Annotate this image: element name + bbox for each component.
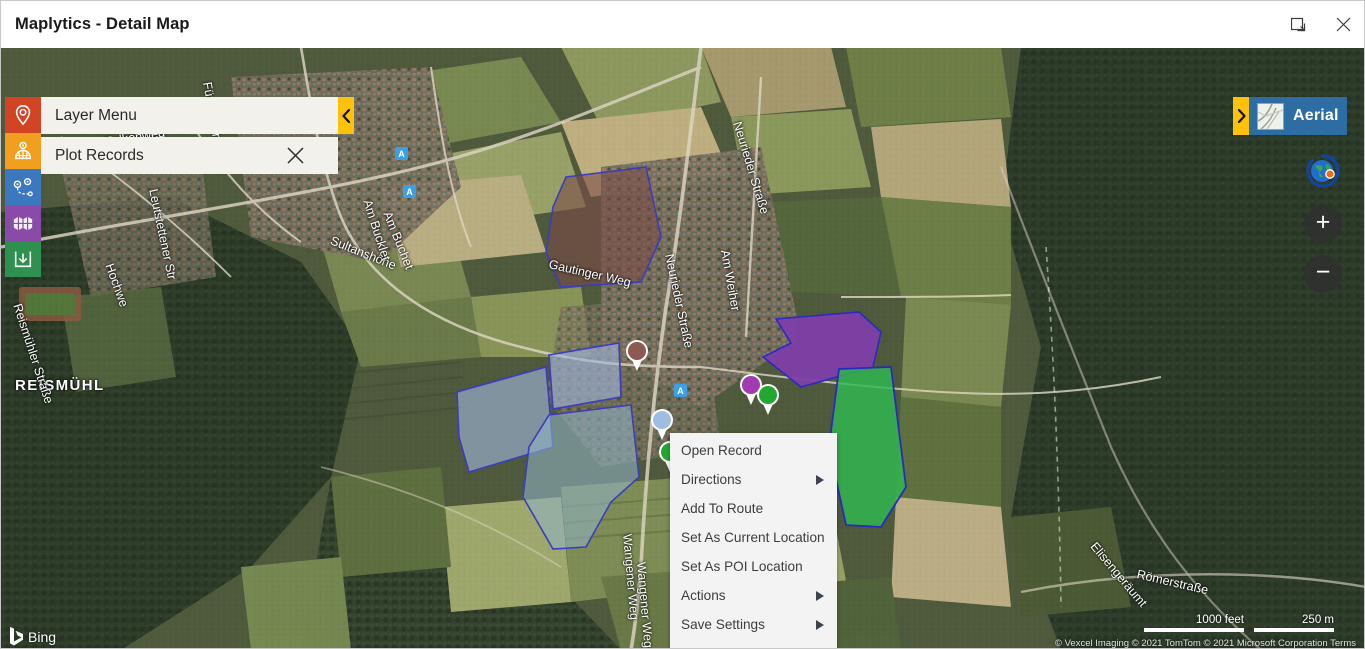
bing-logo-icon xyxy=(10,627,23,646)
window-titlebar: Maplytics - Detail Map xyxy=(1,1,1364,48)
transit-marker-icon[interactable]: A xyxy=(674,384,687,397)
submenu-arrow-icon xyxy=(816,590,824,601)
context-menu-item-label: Set As POI Location xyxy=(681,559,803,574)
map-attribution[interactable]: © Vexcel Imaging © 2021 TomTom © 2021 Mi… xyxy=(1055,638,1356,648)
context-menu-item-label: Add To Route xyxy=(681,501,764,516)
layer-menu-header[interactable]: Layer Menu xyxy=(41,97,338,134)
record-context-menu[interactable]: Open Record Directions Add To Route Set As … xyxy=(670,433,837,648)
map-type-expand-button[interactable] xyxy=(1233,97,1249,135)
chevron-left-icon xyxy=(341,108,350,123)
sidebar-item-export[interactable] xyxy=(5,241,41,277)
layer-menu-panel: Layer Menu Plot Records xyxy=(41,97,338,174)
context-menu-item-label: Directions xyxy=(681,472,742,487)
map-scale-bar: 1000 feet 250 m xyxy=(1144,614,1334,632)
context-menu-item-directions[interactable]: Directions xyxy=(670,465,837,494)
close-icon xyxy=(286,147,304,164)
restore-icon xyxy=(1291,17,1306,32)
submenu-arrow-icon xyxy=(816,474,824,485)
context-menu-item-set-as-poi-location[interactable]: Set As POI Location xyxy=(670,552,837,581)
bing-logo[interactable]: Bing xyxy=(9,627,56,646)
map-tool-rail xyxy=(5,97,41,277)
maplytics-window: Maplytics - Detail Map REISMÜHL Leutstet… xyxy=(0,0,1365,649)
map-pin-icon xyxy=(626,340,648,371)
zoom-controls: + − xyxy=(1304,205,1342,305)
route-icon xyxy=(13,178,33,197)
transit-marker-icon[interactable]: A xyxy=(403,185,416,198)
land-polygon-blue-upper[interactable] xyxy=(548,342,622,410)
context-menu-item-actions[interactable]: Actions xyxy=(670,581,837,610)
context-menu-item-label: Set As Current Location xyxy=(681,530,825,545)
globe-locate-icon xyxy=(1306,154,1340,188)
transit-marker-icon[interactable]: A xyxy=(395,147,408,160)
scale-feet-label: 1000 feet xyxy=(1196,614,1244,626)
context-menu-item-set-as-current-location[interactable]: Set As Current Location xyxy=(670,523,837,552)
context-menu-item-add-to-route[interactable]: Add To Route xyxy=(670,494,837,523)
sidebar-item-territory[interactable] xyxy=(5,133,41,169)
sidebar-item-route[interactable] xyxy=(5,169,41,205)
chevron-right-icon xyxy=(1237,109,1246,123)
map-viewport[interactable]: REISMÜHLLeutstettener StrFürstenstraßeFa… xyxy=(1,47,1364,648)
zoom-out-label: − xyxy=(1315,257,1331,286)
land-polygon-brown[interactable] xyxy=(545,166,662,288)
scale-feet: 1000 feet xyxy=(1144,614,1244,632)
sidebar-item-plot-records[interactable] xyxy=(5,97,41,133)
scale-meters-label: 250 m xyxy=(1302,614,1334,626)
locate-me-button[interactable] xyxy=(1304,152,1342,190)
layer-menu-collapse-button[interactable] xyxy=(338,97,354,134)
context-menu-item-save-settings[interactable]: Save Settings xyxy=(670,610,837,639)
scale-feet-line xyxy=(1144,628,1244,632)
layer-row-plot-records[interactable]: Plot Records xyxy=(41,137,338,174)
territory-user-icon xyxy=(14,141,32,160)
zoom-out-button[interactable]: − xyxy=(1304,255,1342,293)
sidebar-item-regions[interactable] xyxy=(5,205,41,241)
bing-label: Bing xyxy=(28,628,57,645)
close-icon xyxy=(1336,17,1351,32)
context-menu-item-label: Open Record xyxy=(681,443,762,458)
land-polygon-green[interactable] xyxy=(828,366,907,528)
context-menu-item-label: Actions xyxy=(681,588,726,603)
page-title: Maplytics - Detail Map xyxy=(15,15,190,33)
close-button[interactable] xyxy=(1321,2,1364,48)
plot-records-close-button[interactable] xyxy=(284,145,306,167)
scale-meters-line xyxy=(1254,628,1334,632)
window-controls xyxy=(1276,1,1364,48)
submenu-arrow-icon xyxy=(816,619,824,630)
download-icon xyxy=(14,251,32,268)
context-menu-item-label: Save Settings xyxy=(681,617,765,632)
layer-menu-label: Layer Menu xyxy=(55,106,137,124)
pin-green[interactable] xyxy=(756,383,780,416)
restore-down-button[interactable] xyxy=(1276,2,1321,48)
zoom-in-button[interactable]: + xyxy=(1304,205,1342,243)
plot-records-label: Plot Records xyxy=(55,146,144,164)
pin-brown[interactable] xyxy=(625,339,649,372)
context-menu-item-open-record[interactable]: Open Record xyxy=(670,436,837,465)
map-type-label: Aerial xyxy=(1293,107,1339,124)
location-pin-icon xyxy=(15,105,31,126)
map-type-button[interactable]: Aerial xyxy=(1249,97,1347,135)
map-pin-icon xyxy=(757,384,779,415)
zoom-in-label: + xyxy=(1315,207,1331,236)
regions-icon xyxy=(13,216,33,231)
context-menu-item-show-territory[interactable]: Show Territory xyxy=(670,639,837,648)
map-thumbnail-icon xyxy=(1257,102,1284,130)
scale-meters: 250 m xyxy=(1254,614,1334,632)
